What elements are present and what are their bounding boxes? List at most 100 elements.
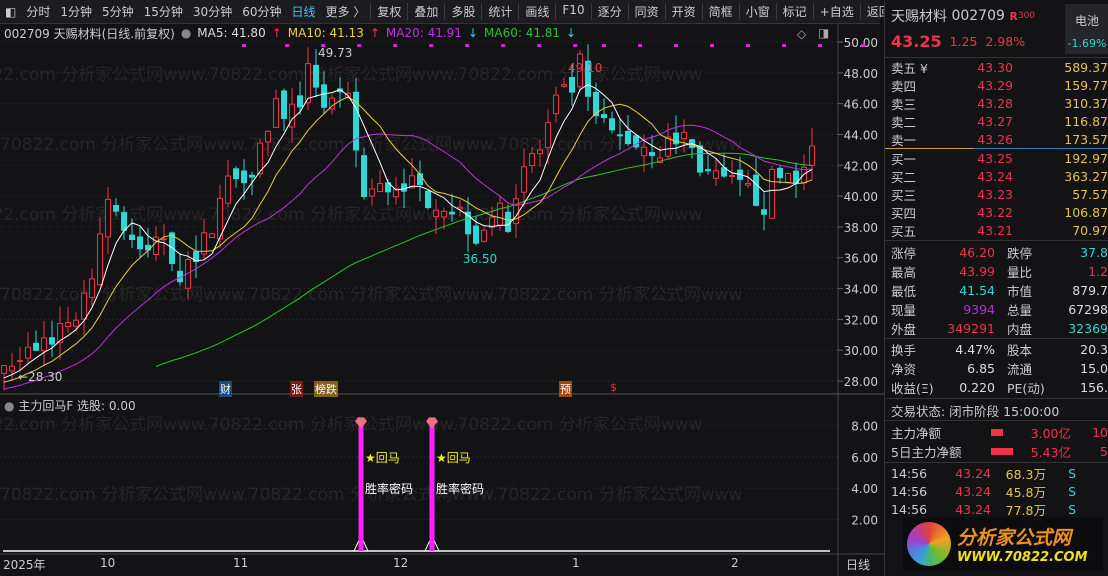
event-marker[interactable]: 张: [290, 381, 303, 397]
ask-row[interactable]: 卖四 43.29 159.77: [891, 76, 1108, 94]
period-tab-7[interactable]: 更多 〉: [321, 3, 371, 20]
price-pct: 2.98%: [985, 33, 1026, 49]
price-axis-label: 46.00: [844, 98, 878, 112]
level-price: 43.30: [977, 59, 1013, 75]
stat-label: 跌停: [1007, 245, 1033, 261]
level-price: 43.21: [977, 222, 1013, 238]
level-price: 43.29: [977, 77, 1013, 93]
period-tab-1[interactable]: 1分钟: [55, 3, 97, 20]
signal-dot: [501, 44, 506, 47]
sector-pct: -1.69%: [1067, 37, 1107, 50]
sector-box[interactable]: 电池 -1.69%: [1065, 4, 1108, 54]
event-marker[interactable]: $: [609, 381, 618, 394]
toolbar-button-4[interactable]: 画线: [518, 3, 555, 20]
level-volume: 116.87: [1064, 113, 1108, 129]
level-label: 卖一: [891, 132, 917, 148]
toolbar-button-1[interactable]: 叠加: [407, 3, 444, 20]
signal-dot: [357, 44, 362, 47]
toolbar-button-10[interactable]: 小窗: [738, 3, 776, 20]
level-price: 43.23: [977, 186, 1013, 202]
level-volume: 159.77: [1064, 77, 1108, 93]
ask-row[interactable]: 卖五 ¥ 43.30 589.37: [891, 58, 1108, 76]
ask-row[interactable]: 卖三 43.28 310.37: [891, 94, 1108, 112]
stat-row: 外盘 349291 内盘 32369: [891, 319, 1108, 337]
toolbar-button-6[interactable]: 逐分: [590, 3, 628, 20]
stat-label: 最高: [891, 264, 917, 280]
price-annotation: 36.50: [463, 252, 497, 266]
period-label[interactable]: 日线: [846, 556, 870, 573]
stat-row: 涨停 46.20 跌停 37.8: [891, 243, 1108, 261]
layout-icon[interactable]: ◧: [0, 5, 21, 19]
flow-bar: [991, 447, 1013, 455]
signal-dot: [429, 44, 434, 47]
bid-row[interactable]: 买一 43.25 192.97: [891, 149, 1108, 167]
diamond-icon[interactable]: ◇: [797, 27, 806, 41]
ma60-label: MA60: 41.81: [484, 26, 561, 40]
level-label: 卖三: [891, 96, 917, 112]
period-tab-6[interactable]: 日线: [286, 3, 320, 20]
toolbar: ◧ 分时 1分钟 5分钟 15分钟 30分钟 60分钟 日线 更多 〉 复权 叠加 多股 统计 画线 F…: [0, 0, 891, 24]
stat-label: PE(动): [1007, 380, 1045, 396]
tag-300: 300: [1017, 11, 1036, 21]
bid-row[interactable]: 买二 43.24 363.27: [891, 167, 1108, 185]
period-tab-2[interactable]: 5分钟: [97, 3, 139, 20]
period-tab-5[interactable]: 60分钟: [237, 3, 286, 20]
stat-label: 市值: [1007, 283, 1033, 299]
event-marker[interactable]: 财: [219, 381, 232, 397]
tick-time: 14:56: [891, 483, 928, 499]
flow-label: 主力净额: [891, 425, 942, 441]
panel-toggle-icon[interactable]: ◨: [818, 26, 829, 40]
stat-row: 收益(Ξ) 0.220 PE(动) 156.: [891, 378, 1108, 396]
flow-value: 5.43亿: [1030, 444, 1071, 460]
signal-dot: [818, 44, 822, 47]
stat-value: 20.3: [1080, 341, 1108, 357]
indicator-header: ● 主力回马F 选股: 0.00: [4, 397, 136, 414]
tick-time: 14:56: [891, 465, 928, 481]
stat-value: 9394: [963, 301, 995, 317]
collapse-icon[interactable]: ●: [4, 399, 14, 413]
bid-row[interactable]: 买三 43.23 57.57: [891, 185, 1108, 203]
toolbar-button-9[interactable]: 简框: [701, 3, 739, 20]
bid-row[interactable]: 买四 43.22 106.87: [891, 203, 1108, 221]
ask-row[interactable]: 卖一 43.26 173.57: [891, 130, 1108, 148]
price-annotation: 49.10: [568, 61, 602, 75]
event-marker[interactable]: 预: [559, 381, 572, 397]
kline-chart[interactable]: 70822.com 分析家公式网www.70822.com 分析家公式网www.…: [0, 0, 884, 576]
chart-info-bar: 002709 天赐材料(日线.前复权) ● MA5: 41.80 ↑ MA10: …: [4, 26, 577, 41]
level-volume: 589.37: [1064, 59, 1108, 75]
period-tab-3[interactable]: 15分钟: [139, 3, 188, 20]
flow-pct: 5: [1100, 443, 1108, 459]
bid-row[interactable]: 买五 43.21 70.97: [891, 221, 1108, 239]
stat-row: 换手 4.47% 股本 20.3: [891, 340, 1108, 358]
last-price: 43.25: [891, 31, 942, 51]
stat-value: 0.220: [959, 379, 995, 395]
toolbar-button-0[interactable]: 复权: [370, 3, 407, 20]
price-annotation: 49.73: [318, 46, 352, 60]
flow-pct: 10: [1092, 424, 1108, 440]
toolbar-button-12[interactable]: +自选: [812, 3, 860, 20]
toolbar-button-2[interactable]: 多股: [444, 3, 481, 20]
price-axis-label: 30.00: [844, 344, 878, 358]
price-axis-label: 44.00: [844, 128, 878, 142]
period-tab-4[interactable]: 30分钟: [188, 3, 237, 20]
ask-row[interactable]: 卖二 43.27 116.87: [891, 112, 1108, 130]
tick-side: S: [1068, 465, 1076, 481]
stat-value: 15.0: [1080, 360, 1108, 376]
signal-label: ★回马: [365, 451, 400, 465]
period-tab-0[interactable]: 分时: [21, 3, 55, 20]
toolbar-button-7[interactable]: 同资: [627, 3, 665, 20]
collapse-icon[interactable]: ●: [181, 26, 191, 40]
time-label: 10: [100, 556, 116, 570]
price-axis-label: 34.00: [844, 283, 878, 297]
stat-label: 最低: [891, 283, 917, 299]
toolbar-button-8[interactable]: 开资: [664, 3, 702, 20]
candle: [769, 165, 775, 219]
toolbar-button-11[interactable]: 标记: [775, 3, 813, 20]
toolbar-button-3[interactable]: 统计: [481, 3, 518, 20]
event-marker[interactable]: 榜跌: [314, 381, 338, 397]
signal-dot: [782, 44, 786, 47]
stat-label: 内盘: [1007, 321, 1033, 337]
toolbar-button-5[interactable]: F10: [555, 3, 590, 20]
level-volume: 173.57: [1064, 131, 1108, 147]
candle: [633, 135, 639, 150]
